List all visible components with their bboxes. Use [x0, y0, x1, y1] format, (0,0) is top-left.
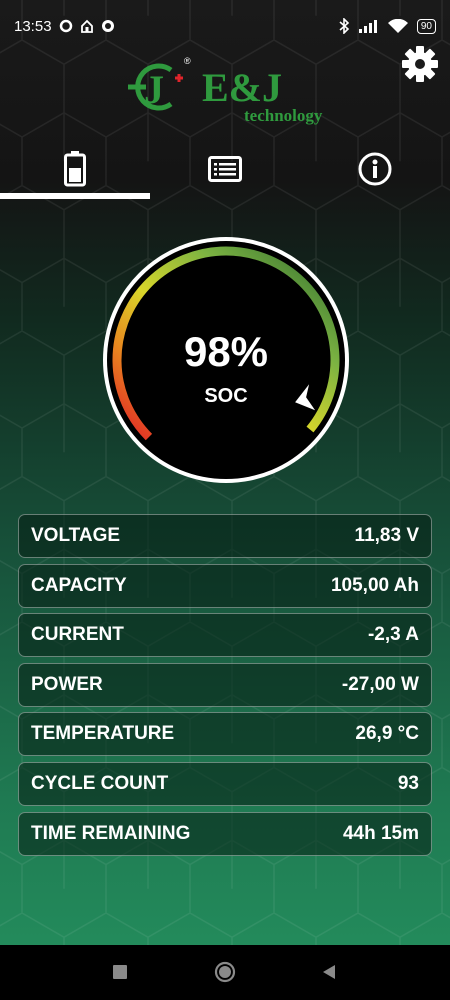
- info-icon: [358, 152, 392, 186]
- metric-value: -2,3 A: [367, 624, 419, 646]
- back-button[interactable]: [316, 959, 342, 985]
- logo-name: E&J: [202, 65, 282, 110]
- list-icon: [208, 156, 242, 182]
- metric-label: CURRENT: [31, 624, 124, 646]
- tab-list[interactable]: [150, 144, 300, 194]
- metric-row-time-remaining: TIME REMAINING 44h 15m: [18, 811, 432, 856]
- soc-label: SOC: [204, 385, 248, 407]
- metric-value: 26,9 °C: [355, 723, 419, 745]
- metric-label: TEMPERATURE: [31, 723, 175, 745]
- metric-value: 11,83 V: [354, 525, 419, 546]
- metric-label: VOLTAGE: [31, 525, 121, 546]
- status-time: 13:53: [14, 17, 52, 35]
- battery-icon: [64, 151, 86, 187]
- circle-home-icon: [214, 961, 236, 983]
- soc-value: 98%: [183, 328, 269, 375]
- metric-label: TIME REMAINING: [31, 822, 191, 844]
- status-bar: 13:53 90: [0, 0, 450, 52]
- logo-letter: J: [144, 67, 164, 112]
- ej-technology-logo: J E&J ® technology: [128, 56, 323, 125]
- back-triangle-icon: [323, 965, 335, 979]
- metrics-list: VOLTAGE 11,83 V CAPACITY 105,00 Ah CURRE…: [18, 514, 432, 861]
- metric-row-cycle-count: CYCLE COUNT 93: [18, 761, 432, 806]
- tab-info[interactable]: [300, 144, 450, 194]
- system-navigation-bar: [0, 945, 450, 1000]
- metric-row-current: CURRENT -2,3 A: [18, 613, 432, 658]
- metric-value: -27,00 W: [341, 673, 419, 695]
- recents-button[interactable]: [107, 959, 133, 985]
- metric-row-power: POWER -27,00 W: [18, 662, 432, 707]
- metric-value: 93: [397, 772, 419, 794]
- tab-battery[interactable]: [0, 144, 150, 194]
- metric-value: 44h 15m: [342, 822, 419, 844]
- metric-row-capacity: CAPACITY 105,00 Ah: [18, 563, 432, 608]
- metric-value: 105,00 Ah: [330, 574, 419, 596]
- home-notification-icon: [80, 19, 93, 33]
- circle-notification-icon: [59, 19, 72, 33]
- metric-row-voltage: VOLTAGE 11,83 V: [18, 514, 432, 558]
- logo-registered: ®: [184, 56, 191, 66]
- settings-gear-icon[interactable]: [400, 44, 440, 84]
- home-button[interactable]: [212, 959, 238, 985]
- tab-selected-indicator: [0, 193, 150, 199]
- bluetooth-icon: [339, 18, 350, 34]
- logo-tagline: technology: [244, 106, 323, 125]
- metric-label: CYCLE COUNT: [31, 772, 169, 794]
- metric-row-temperature: TEMPERATURE 26,9 °C: [18, 712, 432, 757]
- signal-icon: [358, 20, 377, 33]
- metric-label: POWER: [31, 673, 103, 695]
- square-icon: [113, 965, 127, 979]
- app-notification-icon: [101, 20, 114, 32]
- wifi-icon: [387, 18, 408, 33]
- tab-bar: [0, 140, 450, 200]
- status-battery: 90: [416, 18, 436, 34]
- metric-label: CAPACITY: [31, 574, 127, 596]
